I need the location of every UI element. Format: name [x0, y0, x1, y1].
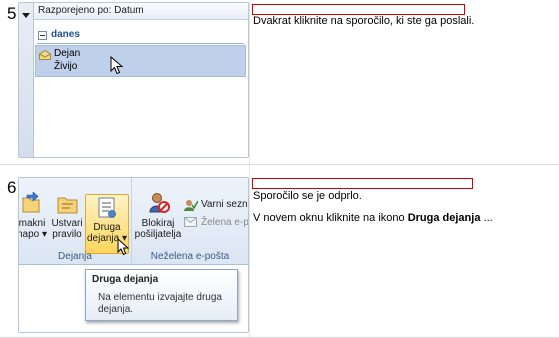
message-list-panel: Razporejeno po: Datum danes Dejan Živijo — [18, 2, 249, 158]
arrange-by-header[interactable]: Razporejeno po: Datum — [34, 3, 248, 20]
create-rule-button[interactable]: Ustvari pravilo — [51, 192, 83, 244]
block-sender-line1: Blokiraj — [141, 218, 175, 229]
block-sender-icon — [149, 193, 170, 213]
ribbon-group-label-junk: Neželena e-pošta — [150, 251, 230, 262]
text-input-field[interactable] — [252, 4, 465, 15]
ribbon-band: makni napo ▾ Ustvari pravilo Druga dejan… — [19, 178, 248, 265]
instruction-prefix: V novem oknu kliknite na ikono — [253, 212, 408, 224]
tooltip-title: Druga dejanja — [92, 274, 159, 285]
instruction-bold: Druga dejanja — [407, 212, 481, 224]
ribbon-group-label-actions: Dejanja — [58, 251, 92, 262]
panel-scrollbar-strip[interactable] — [19, 3, 34, 157]
not-junk-button[interactable]: Želena e-pošta — [184, 216, 248, 230]
step-instruction: Dvakrat kliknite na sporočilo, ki ste ga… — [253, 15, 475, 27]
not-junk-label: Želena e-pošta — [201, 217, 249, 228]
message-sender: Dejan — [54, 48, 81, 59]
safe-senders-button[interactable]: Varni sezn — [184, 198, 248, 212]
ribbon-panel: makni napo ▾ Ustvari pravilo Druga dejan… — [18, 177, 249, 333]
step-number: 6 — [7, 178, 17, 197]
step-instruction-line1: Sporočilo se je odprlo. — [253, 190, 362, 202]
envelope-open-icon — [39, 50, 51, 60]
column-divider — [249, 0, 250, 338]
message-subject: Živijo — [54, 61, 78, 72]
other-actions-line1: Druga — [93, 222, 121, 233]
ribbon-group-junk: Blokiraj pošiljatelja Varni sezn Želena … — [132, 178, 248, 264]
step-instruction-line2: V novem oknu kliknite na ikono Druga dej… — [253, 212, 493, 224]
create-rule-line1: Ustvari — [51, 218, 83, 229]
mouse-cursor-icon — [117, 238, 130, 256]
instruction-suffix: ... — [480, 212, 493, 224]
move-to-folder-button[interactable]: makni napo ▾ — [19, 192, 49, 244]
rule-folder-icon — [57, 197, 78, 214]
block-sender-line2: pošiljatelja — [134, 229, 182, 240]
row-divider — [0, 164, 559, 165]
safe-senders-icon — [184, 200, 198, 211]
ribbon-group-actions: makni napo ▾ Ustvari pravilo Druga dejan… — [19, 178, 132, 264]
create-rule-line2: pravilo — [52, 229, 82, 240]
move-button-line1: makni — [18, 218, 46, 229]
group-divider — [37, 43, 244, 44]
tooltip: Druga dejanja Na elementu izvajajte drug… — [85, 269, 238, 321]
tooltip-body-line1: Na elementu izvajajte druga — [98, 292, 222, 303]
chevron-down-icon[interactable] — [22, 13, 30, 19]
group-header-today[interactable]: danes — [51, 29, 80, 40]
move-button-line2: napo ▾ — [18, 229, 48, 240]
not-junk-icon — [184, 217, 197, 227]
mouse-cursor-icon — [110, 56, 124, 75]
safe-senders-label: Varni sezn — [201, 199, 248, 210]
step-number: 5 — [7, 4, 17, 23]
collapse-icon[interactable] — [38, 31, 47, 40]
block-sender-button[interactable]: Blokiraj pošiljatelja — [134, 192, 182, 244]
move-folder-icon — [22, 192, 40, 213]
text-input-field[interactable] — [252, 178, 473, 189]
message-list-item[interactable]: Dejan Živijo — [35, 45, 246, 77]
other-actions-icon — [98, 197, 116, 218]
tooltip-body-line2: dejanja. — [98, 304, 134, 315]
